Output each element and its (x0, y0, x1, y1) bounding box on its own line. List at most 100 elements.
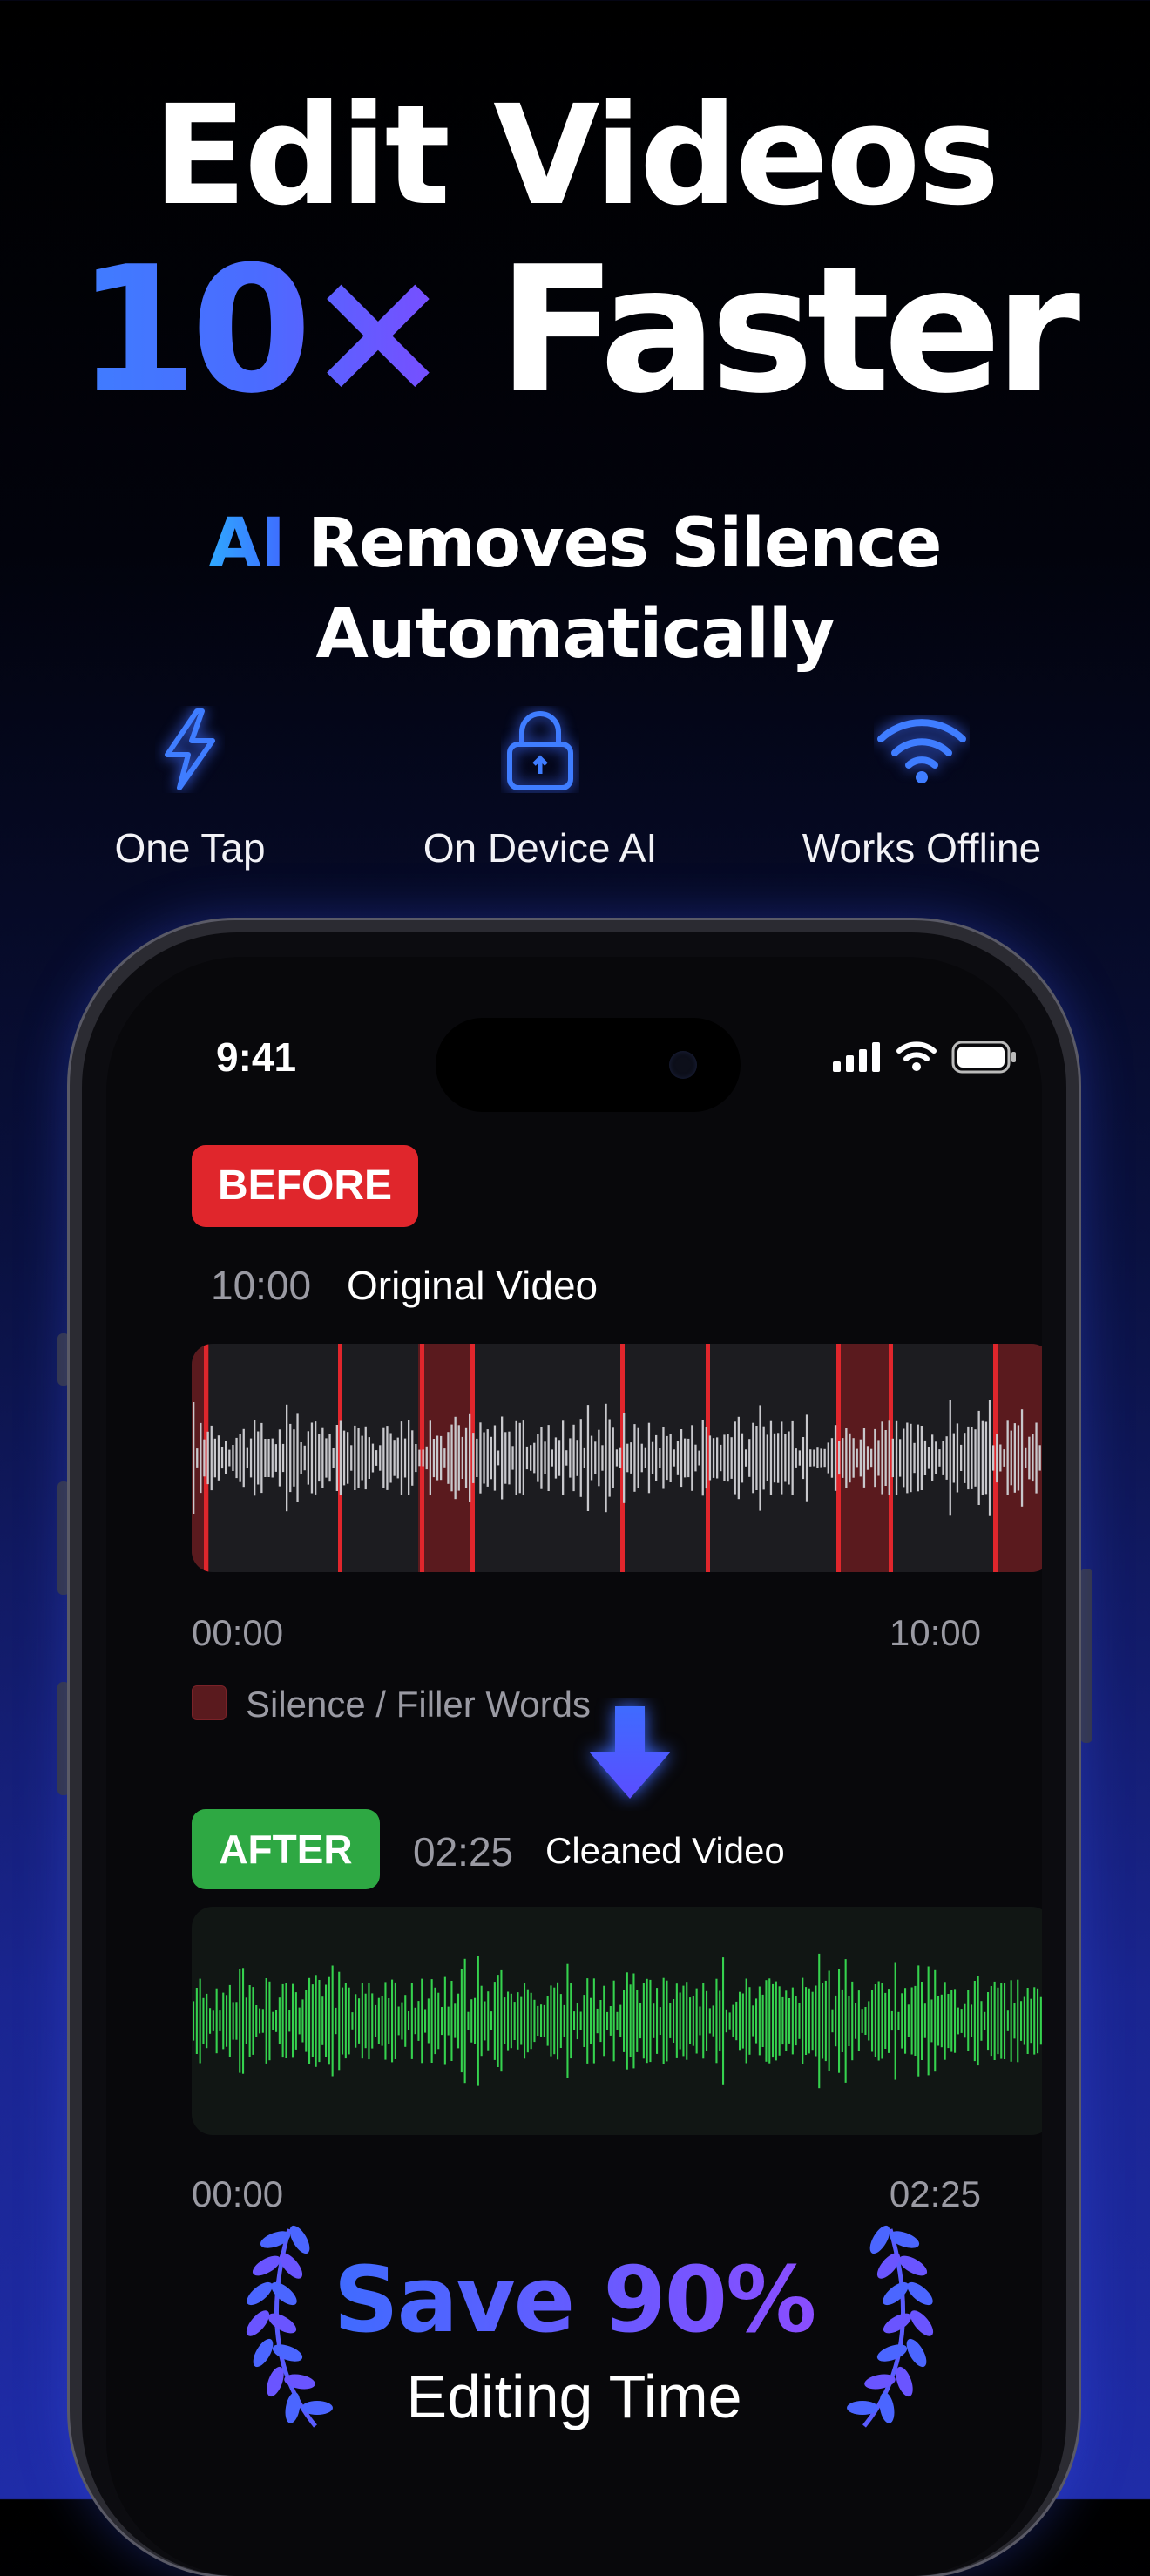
wave-bar (730, 1437, 733, 1479)
wave-bar (732, 2004, 734, 2037)
wave-bar (544, 1441, 546, 1474)
subheadline: AI Removes Silence Automatically (0, 498, 1150, 680)
wave-bar (357, 1428, 360, 1488)
wave-bar (897, 2011, 900, 2030)
wave-bar (557, 1982, 559, 2060)
wave-bar (977, 1976, 979, 2066)
wave-bar (1004, 1983, 1006, 2059)
wave-bar (914, 1985, 917, 2056)
wave-bar (978, 1410, 980, 1505)
phone-frame: 9:41 BEFORE 10:00 Original Video 00:00 1… (70, 920, 1079, 2576)
wave-bar (987, 1992, 990, 2051)
wave-bar (679, 1992, 681, 2050)
before-title: Original Video (347, 1263, 599, 1308)
wave-bar (937, 1996, 940, 2046)
battery-icon (951, 1041, 1018, 1078)
wave-bar (400, 1421, 403, 1495)
subheadline-line2: Automatically (315, 595, 835, 674)
wave-bar (745, 1978, 748, 2064)
wave-bar (1006, 2010, 1009, 2031)
wave-bar (386, 1426, 389, 1490)
wave-bar (938, 1449, 941, 1467)
wave-bar (551, 1449, 553, 1467)
wave-bar (570, 1983, 572, 2059)
wave-bar (866, 1446, 869, 1470)
wave-bar (993, 1981, 996, 2060)
wave-bar (964, 2003, 966, 2038)
wave-bar (254, 1420, 256, 1496)
wave-bar (371, 1993, 374, 2049)
wave-bar (361, 1983, 363, 2059)
wave-bar (414, 2007, 416, 2035)
wave-bar (940, 1994, 943, 2048)
wave-bar (379, 1445, 382, 1471)
wave-bar (533, 1442, 536, 1474)
wave-bar (827, 1442, 829, 1474)
wave-bar (666, 1435, 668, 1481)
wave-bar (689, 1997, 692, 2044)
wave-bar (691, 1425, 693, 1491)
wave-bar (931, 1434, 934, 1481)
wifi-icon (756, 706, 1087, 793)
wave-bar (788, 1998, 791, 2044)
wave-bar (351, 2012, 354, 2030)
wave-bar (566, 1963, 569, 2078)
wave-bar (766, 1434, 768, 1481)
wave-bar (487, 1991, 490, 2051)
wave-bar (474, 1997, 477, 2044)
wave-bar (281, 1443, 285, 1473)
wave-bar (583, 1447, 585, 1468)
wave-bar (361, 1435, 363, 1481)
wave-bar (768, 1978, 771, 2064)
wave-bar (934, 1969, 937, 2072)
wave-bar (1017, 1979, 1019, 2063)
wave-bar (547, 1425, 550, 1491)
wave-bar (811, 1991, 814, 2051)
wave-bar (910, 1423, 912, 1493)
wave-bar (278, 1429, 281, 1487)
wave-bar (594, 1441, 597, 1474)
phone-action-button (58, 1333, 70, 1386)
wave-bar (719, 1990, 721, 2051)
wave-bar (408, 2011, 410, 2030)
wave-bar (772, 1983, 775, 2058)
wave-bar (331, 1965, 334, 2077)
wave-bar (569, 1438, 572, 1478)
wave-bar (795, 1448, 797, 1468)
status-time: 9:41 (216, 1034, 297, 1080)
wave-bar (460, 1969, 463, 2073)
wave-bar (741, 1993, 744, 2049)
wave-bar (450, 1424, 453, 1492)
wave-bar (579, 2011, 582, 2030)
wave-bar (834, 1425, 837, 1491)
wave-bar (640, 1443, 643, 1473)
wave-bar (533, 1999, 536, 2043)
wave-bar (636, 1990, 639, 2052)
wave-bar (765, 1980, 768, 2062)
wave-bar (265, 1978, 267, 2064)
wave-bar (486, 1429, 489, 1487)
wave-bar (798, 2003, 801, 2039)
wave-bar (430, 1979, 433, 2063)
wave-bar (375, 2004, 377, 2037)
wave-bar (890, 2010, 893, 2031)
wave-bar (464, 1427, 468, 1488)
wave-bar (590, 1435, 593, 1481)
wave-bar (666, 1980, 668, 2062)
wave-bar (895, 1420, 898, 1495)
wave-bar (255, 2005, 258, 2037)
wave-bar (626, 1443, 629, 1473)
wave-bar (530, 1992, 532, 2050)
wave-bar (859, 1439, 862, 1477)
wave-bar (639, 2003, 642, 2039)
wave-bar (540, 2004, 543, 2037)
wave-bar (219, 2010, 221, 2031)
wave-bar (196, 1448, 199, 1468)
wave-bar (630, 1442, 632, 1474)
wave-bar (798, 1450, 801, 1466)
arrow-down-icon (573, 1698, 687, 1815)
wave-bar (355, 1994, 357, 2048)
wave-bar (293, 1429, 295, 1487)
wave-bar (637, 1427, 639, 1488)
wave-bar (868, 2001, 870, 2041)
